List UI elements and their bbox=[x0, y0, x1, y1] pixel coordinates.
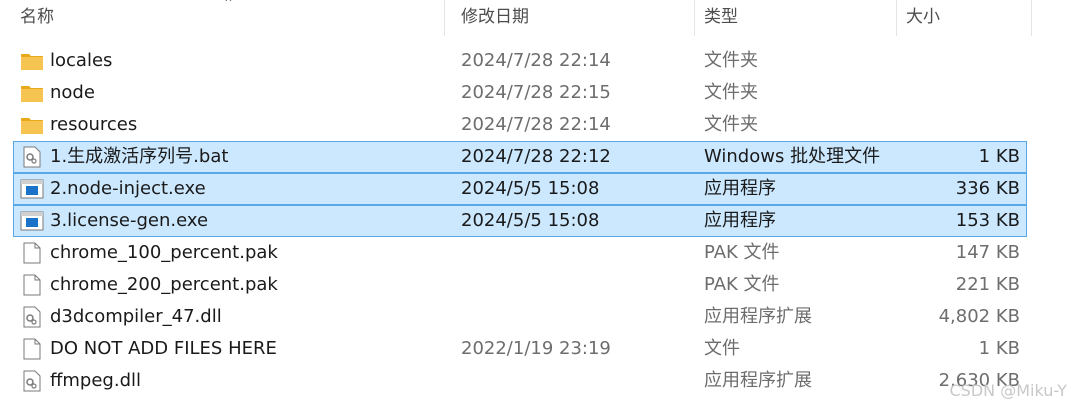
column-divider[interactable] bbox=[694, 0, 695, 36]
dll-icon bbox=[20, 370, 44, 392]
file-name: 3.license-gen.exe bbox=[50, 210, 209, 231]
file-icon bbox=[20, 274, 44, 296]
file-size: 4,802 KB bbox=[938, 306, 1020, 327]
file-modified-date: 2022/1/19 23:19 bbox=[461, 338, 611, 359]
file-name: DO NOT ADD FILES HERE bbox=[50, 338, 277, 359]
file-modified-date: 2024/7/28 22:12 bbox=[461, 146, 611, 167]
file-row[interactable]: 3.license-gen.exe 2024/5/5 15:08 应用程序 153 K… bbox=[13, 205, 1027, 237]
file-size: 336 KB bbox=[955, 178, 1020, 199]
file-row[interactable]: 1.生成激活序列号.bat 2024/7/28 22:12 Windows 批处理文… bbox=[13, 141, 1027, 173]
file-name: chrome_200_percent.pak bbox=[50, 274, 278, 295]
file-row[interactable]: chrome_200_percent.pak PAK 文件 221 KB bbox=[14, 270, 1026, 300]
file-row[interactable]: node 2024/7/28 22:15 文件夹 bbox=[14, 78, 1026, 108]
file-row[interactable]: resources 2024/7/28 22:14 文件夹 bbox=[14, 110, 1026, 140]
column-header: ∧ 名称 修改日期 类型 大小 bbox=[0, 0, 1032, 36]
column-header-modified[interactable]: 修改日期 bbox=[461, 0, 681, 34]
file-name: locales bbox=[50, 50, 113, 71]
column-header-size[interactable]: 大小 bbox=[906, 0, 1026, 34]
file-type: PAK 文件 bbox=[704, 242, 780, 263]
file-modified-date: 2024/7/28 22:14 bbox=[461, 50, 611, 71]
file-name: ffmpeg.dll bbox=[50, 370, 142, 391]
file-type: 文件 bbox=[704, 338, 740, 359]
file-name: resources bbox=[50, 114, 138, 135]
file-size: 1 KB bbox=[978, 338, 1020, 359]
file-type: 应用程序 bbox=[704, 210, 776, 231]
file-size: 221 KB bbox=[955, 274, 1020, 295]
file-icon bbox=[20, 338, 44, 360]
file-type: Windows 批处理文件 bbox=[704, 146, 881, 167]
folder-icon bbox=[20, 114, 44, 136]
file-size: 147 KB bbox=[955, 242, 1020, 263]
column-divider[interactable] bbox=[444, 0, 445, 36]
file-icon bbox=[20, 242, 44, 264]
file-row[interactable]: d3dcompiler_47.dll 应用程序扩展 4,802 KB bbox=[14, 302, 1026, 332]
file-type: PAK 文件 bbox=[704, 274, 780, 295]
column-header-name[interactable]: 名称 bbox=[20, 0, 440, 34]
file-size: 1 KB bbox=[978, 146, 1020, 167]
folder-icon bbox=[20, 50, 44, 72]
file-modified-date: 2024/5/5 15:08 bbox=[461, 178, 600, 199]
file-type: 应用程序扩展 bbox=[704, 370, 812, 391]
file-name: 2.node-inject.exe bbox=[50, 178, 206, 199]
dll-icon bbox=[20, 306, 44, 328]
file-type: 应用程序 bbox=[704, 178, 776, 199]
file-name: chrome_100_percent.pak bbox=[50, 242, 278, 263]
exe-icon bbox=[20, 210, 44, 232]
file-type: 文件夹 bbox=[704, 114, 758, 135]
batch-file-icon bbox=[20, 146, 44, 168]
file-modified-date: 2024/7/28 22:14 bbox=[461, 114, 611, 135]
file-row[interactable]: ffmpeg.dll 应用程序扩展 2,630 KB bbox=[14, 366, 1026, 396]
file-name: d3dcompiler_47.dll bbox=[50, 306, 222, 327]
file-modified-date: 2024/5/5 15:08 bbox=[461, 210, 600, 231]
folder-icon bbox=[20, 82, 44, 104]
file-type: 文件夹 bbox=[704, 50, 758, 71]
file-type: 文件夹 bbox=[704, 82, 758, 103]
file-row[interactable]: locales 2024/7/28 22:14 文件夹 bbox=[14, 46, 1026, 76]
file-row[interactable]: chrome_100_percent.pak PAK 文件 147 KB bbox=[14, 238, 1026, 268]
file-row[interactable]: DO NOT ADD FILES HERE 2022/1/19 23:19 文件 1 … bbox=[14, 334, 1026, 364]
file-modified-date: 2024/7/28 22:15 bbox=[461, 82, 611, 103]
file-type: 应用程序扩展 bbox=[704, 306, 812, 327]
file-row[interactable]: 2.node-inject.exe 2024/5/5 15:08 应用程序 336 K… bbox=[13, 173, 1027, 205]
file-name: 1.生成激活序列号.bat bbox=[50, 146, 229, 167]
file-name: node bbox=[50, 82, 95, 103]
column-header-type[interactable]: 类型 bbox=[704, 0, 884, 34]
exe-icon bbox=[20, 178, 44, 200]
file-size: 153 KB bbox=[955, 210, 1020, 231]
column-divider[interactable] bbox=[1031, 0, 1032, 36]
watermark: CSDN @Miku-Y bbox=[949, 381, 1067, 400]
column-divider[interactable] bbox=[896, 0, 897, 36]
